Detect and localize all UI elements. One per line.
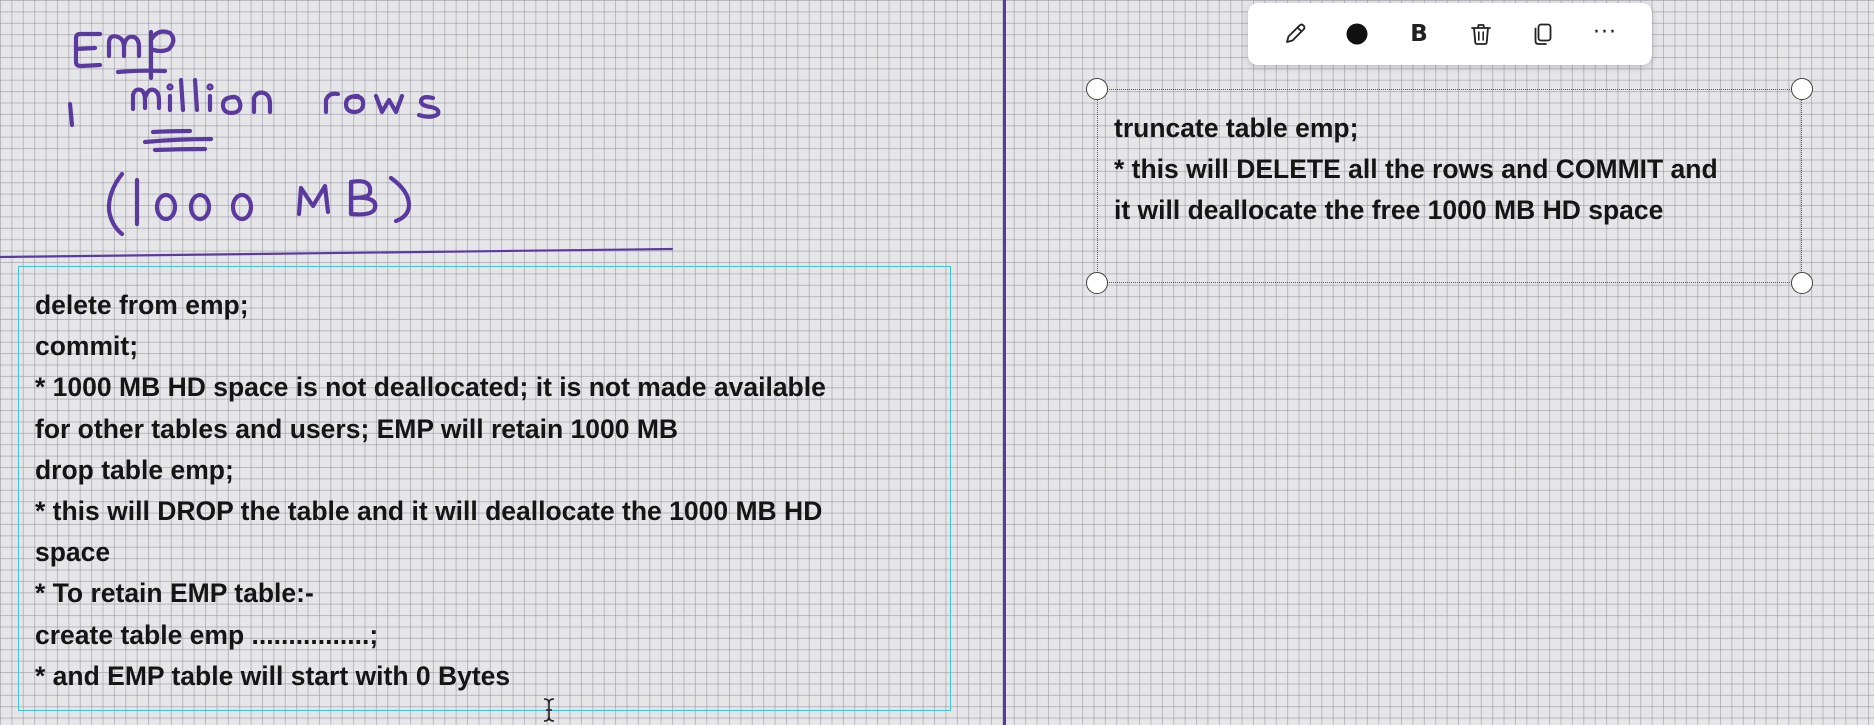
color-dot-icon[interactable] [1337, 14, 1377, 54]
text-cursor-icon [543, 698, 555, 722]
whiteboard-canvas[interactable]: EMP 1 million rows (1000 MB) [0, 0, 1874, 725]
left-text-note[interactable]: delete from emp; commit; * 1000 MB HD sp… [18, 266, 951, 711]
note-line: * and EMP table will start with 0 Bytes [35, 660, 511, 691]
note-line: create table emp ................; [35, 619, 379, 650]
resize-handle-bottom-left[interactable] [1086, 272, 1108, 294]
handwriting-text-emp: EMP [0, 0, 1, 1]
pencil-icon[interactable] [1275, 14, 1315, 54]
ink-divider-line [1003, 0, 1006, 725]
note-line: * this will DROP the table and it will d… [35, 496, 823, 527]
text-format-toolbar: B ··· [1248, 3, 1652, 65]
resize-handle-top-left[interactable] [1086, 78, 1108, 100]
note-line: commit; [35, 331, 139, 362]
note-line: * this will DELETE all the rows and COMM… [1114, 154, 1718, 185]
more-icon[interactable]: ··· [1585, 12, 1625, 56]
note-line: truncate table emp; [1114, 113, 1359, 143]
ink-strokes [0, 29, 674, 259]
note-line: drop table emp; [35, 454, 234, 485]
copy-icon[interactable] [1523, 14, 1563, 54]
note-line: * To retain EMP table:- [35, 578, 314, 609]
note-line: for other tables and users; EMP will ret… [35, 413, 679, 444]
resize-handle-bottom-right[interactable] [1791, 272, 1813, 294]
bold-icon[interactable]: B [1399, 14, 1439, 54]
handwriting-text-size: (1000 MB) [0, 0, 1, 1]
note-line: space [35, 537, 111, 568]
resize-handle-top-right[interactable] [1791, 78, 1813, 100]
handwriting-text-rows: 1 million rows [0, 0, 1, 1]
right-text-note[interactable]: truncate table emp; * this will DELETE a… [1097, 89, 1802, 283]
note-line: it will deallocate the free 1000 MB HD s… [1114, 195, 1664, 226]
note-line: * 1000 MB HD space is not deallocated; i… [35, 372, 826, 403]
note-line: delete from emp; [35, 290, 249, 320]
trash-icon[interactable] [1461, 14, 1501, 54]
